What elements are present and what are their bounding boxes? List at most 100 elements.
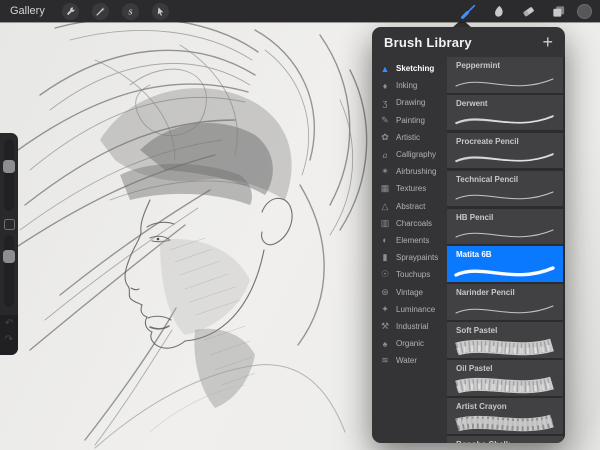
- brush-name: Matita 6B: [456, 250, 492, 259]
- adjustments-button[interactable]: [92, 3, 109, 20]
- category-label: Artistic: [396, 133, 420, 142]
- charcoals-icon: ▥: [379, 218, 391, 229]
- brush-item-procreate-pencil[interactable]: Procreate Pencil: [447, 133, 563, 169]
- layers-icon: [551, 4, 566, 19]
- brush-tool-button[interactable]: [453, 0, 483, 22]
- add-brush-button[interactable]: +: [542, 33, 553, 51]
- category-item-drawing[interactable]: ʒ Drawing: [372, 94, 447, 111]
- category-label: Sketching: [396, 64, 434, 73]
- industrial-icon: ⚒: [379, 321, 391, 332]
- category-item-organic[interactable]: ♠Organic: [372, 335, 447, 352]
- category-label: Calligraphy: [396, 150, 436, 159]
- brush-item-artist-crayon[interactable]: Artist Crayon: [447, 398, 563, 434]
- calligraphy-icon: a: [379, 150, 391, 160]
- category-item-abstract[interactable]: △ Abstract: [372, 198, 447, 215]
- brush-item-bonobo-chalk[interactable]: Bonobo Chalk: [447, 436, 563, 443]
- luminance-icon: ✦: [379, 304, 391, 315]
- category-label: Luminance: [396, 305, 435, 314]
- brush-name: Technical Pencil: [456, 175, 518, 184]
- category-item-water[interactable]: ≋Water: [372, 352, 447, 369]
- brush-item-technical-pencil[interactable]: Technical Pencil: [447, 171, 563, 207]
- category-label: Industrial: [396, 322, 428, 331]
- opacity-track: [4, 235, 14, 307]
- brush-item-oil-pastel[interactable]: Oil Pastel: [447, 360, 563, 396]
- category-label: Airbrushing: [396, 167, 436, 176]
- selection-button[interactable]: S: [122, 3, 139, 20]
- brush-category-list: ▲ Sketching ♦ Inkingʒ Drawing ✎ Painting ✿ Artis…: [372, 57, 447, 443]
- panel-title: Brush Library: [384, 35, 472, 50]
- right-tools: [453, 0, 600, 22]
- brush-item-narinder-pencil[interactable]: Narinder Pencil: [447, 284, 563, 320]
- sketching-icon: ▲: [379, 64, 391, 74]
- paint-brush-icon: [460, 3, 477, 20]
- painting-icon: ✎: [379, 115, 391, 126]
- brush-size-slider[interactable]: [3, 160, 15, 173]
- brush-name: Oil Pastel: [456, 364, 492, 373]
- undo-button[interactable]: ↶: [0, 319, 18, 329]
- brush-stroke-preview: [447, 374, 561, 396]
- brush-stroke-preview: [447, 336, 561, 358]
- brush-name: Derwent: [456, 99, 488, 108]
- modify-button[interactable]: [4, 219, 15, 230]
- brush-name: Artist Crayon: [456, 402, 507, 411]
- category-item-inking[interactable]: ♦ Inking: [372, 77, 447, 94]
- svg-text:S: S: [128, 7, 132, 16]
- category-item-artistic[interactable]: ✿ Artistic: [372, 129, 447, 146]
- category-label: Organic: [396, 339, 424, 348]
- textures-icon: ▦: [379, 183, 391, 194]
- actions-wrench-icon: [65, 6, 76, 17]
- erase-tool-button[interactable]: [513, 0, 543, 22]
- category-label: Inking: [396, 81, 417, 90]
- brush-name: Bonobo Chalk: [456, 440, 510, 443]
- category-item-textures[interactable]: ▦Textures: [372, 180, 447, 197]
- transform-button[interactable]: [152, 3, 169, 20]
- category-item-vintage[interactable]: ⊛Vintage: [372, 283, 447, 300]
- smudge-finger-icon: [491, 4, 506, 19]
- panel-header: Brush Library +: [372, 27, 565, 57]
- category-item-sketching[interactable]: ▲ Sketching: [372, 60, 447, 77]
- brush-list: Peppermint Derwent Procreate Pencil Technic…: [447, 57, 565, 443]
- water-icon: ≋: [379, 355, 391, 366]
- category-label: Painting: [396, 116, 425, 125]
- category-item-luminance[interactable]: ✦ Luminance: [372, 301, 447, 318]
- category-label: Spraypaints: [396, 253, 438, 262]
- spraypaints-icon: ▮: [379, 252, 391, 263]
- gallery-button[interactable]: Gallery: [10, 5, 45, 17]
- brush-item-derwent[interactable]: Derwent: [447, 95, 563, 131]
- redo-button[interactable]: ↷: [0, 335, 18, 345]
- abstract-icon: △: [379, 201, 391, 212]
- brush-item-matita-6b[interactable]: Matita 6B: [447, 246, 563, 282]
- category-item-charcoals[interactable]: ▥ Charcoals: [372, 215, 447, 232]
- category-label: Abstract: [396, 202, 425, 211]
- brush-stroke-preview: [447, 298, 561, 320]
- category-item-painting[interactable]: ✎ Painting: [372, 112, 447, 129]
- brush-name: HB Pencil: [456, 213, 493, 222]
- brush-item-hb-pencil[interactable]: HB Pencil: [447, 209, 563, 245]
- brush-item-peppermint[interactable]: Peppermint: [447, 57, 563, 93]
- selection-s-icon: S: [125, 6, 136, 17]
- category-label: Charcoals: [396, 219, 432, 228]
- brush-stroke-preview: [447, 146, 561, 168]
- smudge-tool-button[interactable]: [483, 0, 513, 22]
- opacity-slider[interactable]: [3, 250, 15, 263]
- category-item-industrial[interactable]: ⚒ Industrial: [372, 318, 447, 335]
- category-item-touchups[interactable]: ☉Touchups: [372, 266, 447, 283]
- inking-icon: ♦: [379, 81, 391, 91]
- actions-button[interactable]: [62, 3, 79, 20]
- color-swatch-button[interactable]: [577, 4, 592, 19]
- eraser-icon: [521, 4, 536, 19]
- brush-stroke-preview: [447, 260, 561, 282]
- category-item-elements[interactable]: ◐Elements: [372, 232, 447, 249]
- category-item-spraypaints[interactable]: ▮ Spraypaints: [372, 249, 447, 266]
- layers-button[interactable]: [543, 0, 573, 22]
- brush-stroke-preview: [447, 222, 561, 244]
- adjustments-wand-icon: [95, 6, 106, 17]
- brush-item-soft-pastel[interactable]: Soft Pastel: [447, 322, 563, 358]
- category-item-airbrushing[interactable]: ✶Airbrushing: [372, 163, 447, 180]
- transform-arrow-icon: [155, 6, 166, 17]
- category-item-calligraphy[interactable]: a Calligraphy: [372, 146, 447, 163]
- category-label: Elements: [396, 236, 429, 245]
- artistic-icon: ✿: [379, 132, 391, 143]
- drawing-icon: ʒ: [379, 98, 391, 108]
- category-label: Drawing: [396, 98, 425, 107]
